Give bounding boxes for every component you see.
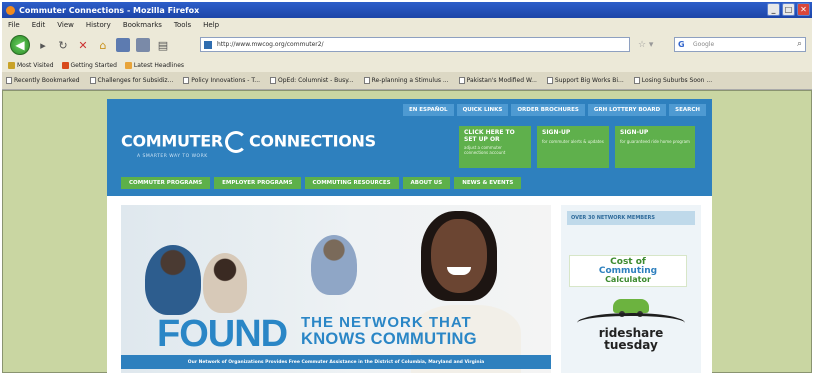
sidebar: OVER 30 NETWORK MEMBERS Cost of Commutin… <box>561 205 701 373</box>
commuter-connections-site: EN ESPAÑOL QUICK LINKS ORDER BROCHURES G… <box>107 99 712 373</box>
tab-item[interactable]: Challenges for Subsidiz... <box>89 77 173 84</box>
site-header: EN ESPAÑOL QUICK LINKS ORDER BROCHURES G… <box>107 99 712 196</box>
util-link-espanol[interactable]: EN ESPAÑOL <box>403 104 454 116</box>
window-controls: _ □ ✕ <box>767 3 810 16</box>
logo-swoosh-icon <box>224 131 247 153</box>
bookmark-icon <box>61 61 69 69</box>
page-icon <box>183 77 190 84</box>
window-title: Commuter Connections - Mozilla Firefox <box>19 5 200 15</box>
menu-bar: File Edit View History Bookmarks Tools H… <box>2 18 812 32</box>
util-link-search[interactable]: SEARCH <box>669 104 706 116</box>
bookmark-icon <box>8 61 15 69</box>
site-tagline: A SMARTER WAY TO WORK <box>137 154 208 159</box>
site-favicon <box>204 41 212 49</box>
hero-caption: Our Network of Organizations Provides Fr… <box>121 355 551 369</box>
rideshare-tuesday-banner[interactable]: rideshare tuesday <box>569 295 693 367</box>
page-icon <box>89 77 96 84</box>
stop-icon[interactable]: ✕ <box>76 38 90 52</box>
search-input[interactable]: G Google ⌕ <box>674 37 806 52</box>
address-bar[interactable]: http://www.mwcog.org/commuter2/ <box>200 37 630 52</box>
network-members-link[interactable]: OVER 30 NETWORK MEMBERS <box>567 211 695 225</box>
hero-person-image <box>145 245 201 315</box>
bookmark-most-visited[interactable]: Most Visited <box>8 61 54 69</box>
tab-item[interactable]: OpEd: Columnist - Busy... <box>270 77 354 84</box>
firefox-icon <box>6 5 15 15</box>
page-icon <box>633 77 640 84</box>
menu-bookmarks[interactable]: Bookmarks <box>123 21 162 29</box>
downloads-icon[interactable] <box>116 38 130 52</box>
tab-item[interactable]: Re-planning a Stimulus ... <box>363 77 449 84</box>
tab-item[interactable]: Policy Innovations - T... <box>183 77 260 84</box>
tab-bar: Recently Bookmarked Challenges for Subsi… <box>2 72 812 90</box>
util-link-quick-links[interactable]: QUICK LINKS <box>456 104 509 116</box>
page-icon <box>546 77 553 84</box>
window-titlebar: Commuter Connections - Mozilla Firefox _… <box>2 2 812 18</box>
util-link-order-brochures[interactable]: ORDER BROCHURES <box>511 104 585 116</box>
folder-icon <box>6 77 12 84</box>
tab-item[interactable]: Pakistan's Modified W... <box>458 77 537 84</box>
tab-item[interactable]: Support Big Works Bi... <box>546 77 624 84</box>
minimize-button[interactable]: _ <box>767 3 780 16</box>
util-link-grh-board[interactable]: GRH LOTTERY BOARD <box>587 104 667 116</box>
rideshare-text: rideshare tuesday <box>598 326 664 352</box>
close-button[interactable]: ✕ <box>797 3 810 16</box>
hero-subheadline: THE NETWORK THAT KNOWS COMMUTING <box>301 314 477 348</box>
main-nav: COMMUTER PROGRAMS EMPLOYER PROGRAMS COMM… <box>121 177 522 189</box>
page-icon <box>363 77 370 84</box>
hero-headline: FOUND <box>157 313 288 355</box>
menu-tools[interactable]: Tools <box>174 21 191 29</box>
bookmarks-toolbar: Most Visited Getting Started Latest Head… <box>2 58 812 72</box>
bookmark-star-icon[interactable]: ☆ ▾ <box>638 40 653 50</box>
site-logo[interactable]: COMMUTER CONNECTIONS <box>121 131 376 153</box>
rss-icon <box>124 61 132 69</box>
search-icon[interactable]: ⌕ <box>797 39 802 49</box>
car-icon <box>613 299 649 317</box>
promo-account-button[interactable]: CLICK HERE TO SET UP OR adjust a commute… <box>459 126 531 168</box>
utility-nav: EN ESPAÑOL QUICK LINKS ORDER BROCHURES G… <box>403 104 706 116</box>
menu-file[interactable]: File <box>8 21 20 29</box>
hero-person-image <box>203 253 247 313</box>
forward-button[interactable]: ▸ <box>36 38 50 52</box>
hero-banner[interactable]: FOUND THE NETWORK THAT KNOWS COMMUTING <box>121 205 551 373</box>
menu-history[interactable]: History <box>86 21 111 29</box>
google-icon: G <box>678 40 685 49</box>
url-text: http://www.mwcog.org/commuter2/ <box>217 41 324 48</box>
promo-grh-button[interactable]: SIGN-UP for guaranteed ride home program <box>615 126 695 168</box>
menu-edit[interactable]: Edit <box>32 21 46 29</box>
reload-icon[interactable]: ↻ <box>56 38 70 52</box>
hero-person-image <box>311 235 357 295</box>
nav-commuter-programs[interactable]: COMMUTER PROGRAMS <box>121 177 211 189</box>
back-button[interactable]: ◀ <box>10 35 30 55</box>
menu-help[interactable]: Help <box>203 21 219 29</box>
page-icon <box>458 77 465 84</box>
page-viewport: EN ESPAÑOL QUICK LINKS ORDER BROCHURES G… <box>2 90 812 373</box>
tab-item[interactable]: Losing Suburbs Soon ... <box>633 77 712 84</box>
maximize-button[interactable]: □ <box>782 3 795 16</box>
bookmark-getting-started[interactable]: Getting Started <box>61 61 117 69</box>
navigation-toolbar: ◀ ▸ ↻ ✕ ⌂ ▤ http://www.mwcog.org/commute… <box>2 32 812 58</box>
print-icon[interactable]: ▤ <box>156 38 170 52</box>
tab-recently-bookmarked[interactable]: Recently Bookmarked <box>6 77 80 84</box>
menu-view[interactable]: View <box>57 21 74 29</box>
promo-alerts-button[interactable]: SIGN-UP for commuter alerts & updates <box>537 126 609 168</box>
search-placeholder: Google <box>693 41 715 48</box>
bookmark-latest-headlines[interactable]: Latest Headlines <box>124 61 184 69</box>
home-icon[interactable]: ⌂ <box>96 38 110 52</box>
history-icon[interactable] <box>136 38 150 52</box>
nav-employer-programs[interactable]: EMPLOYER PROGRAMS <box>214 177 301 189</box>
cost-calculator-banner[interactable]: Cost of Commuting Calculator <box>569 255 687 287</box>
page-icon <box>270 77 277 84</box>
nav-news-events[interactable]: NEWS & EVENTS <box>454 177 522 189</box>
nav-commuting-resources[interactable]: COMMUTING RESOURCES <box>304 177 399 189</box>
nav-about-us[interactable]: ABOUT US <box>402 177 451 189</box>
